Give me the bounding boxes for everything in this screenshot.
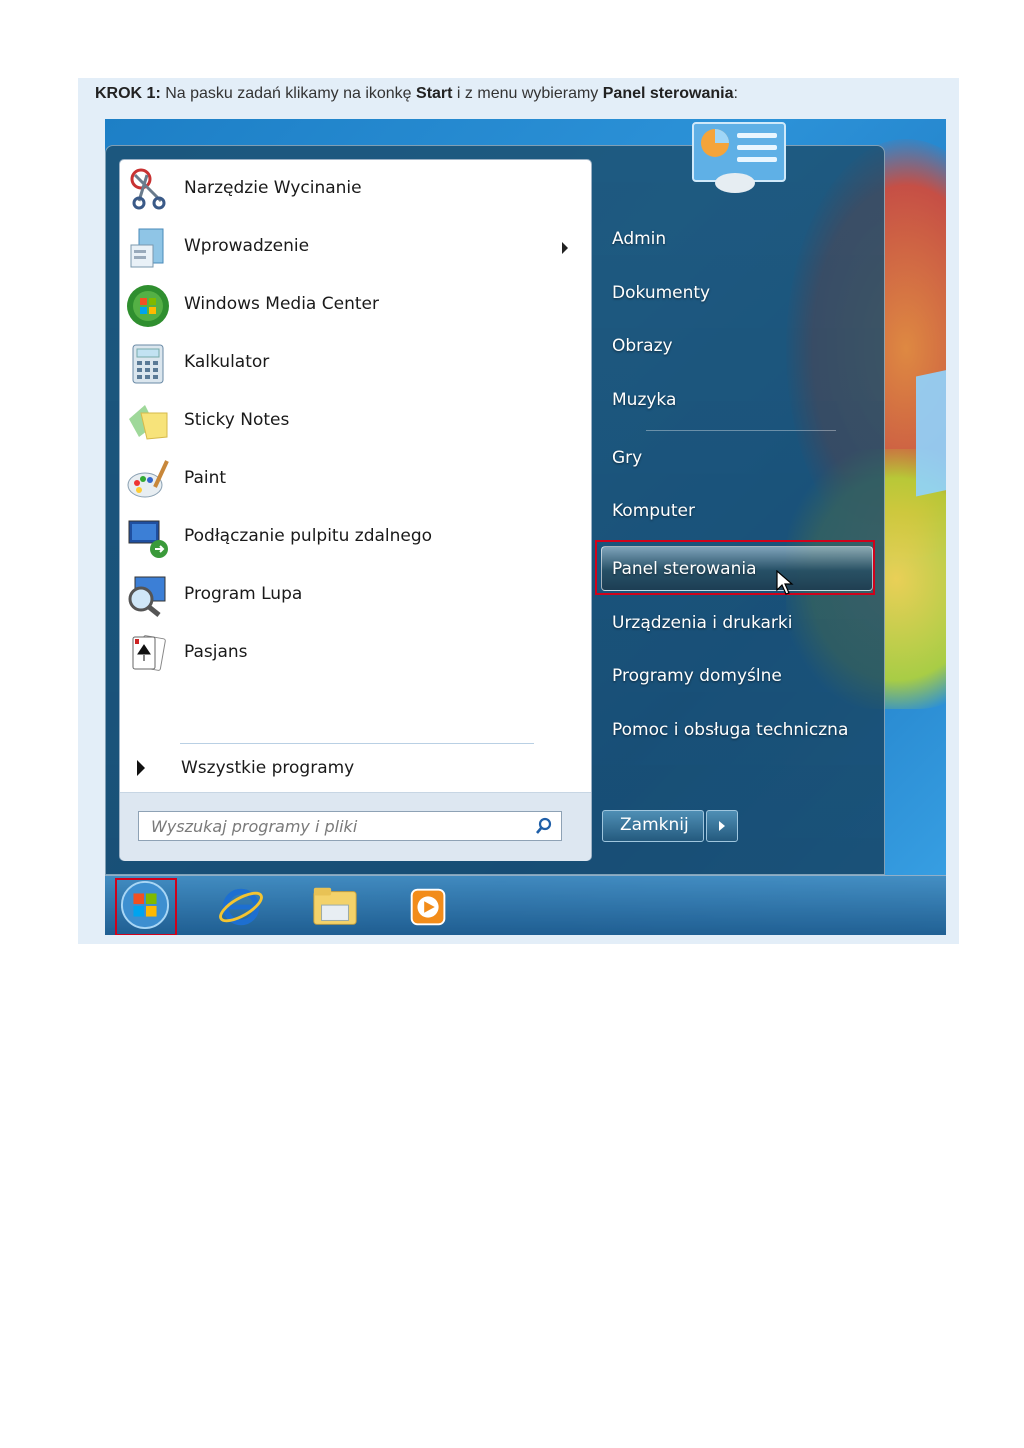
start-menu: Narzędzie Wycinanie Wprowadzenie Windows… [105, 145, 885, 875]
control-panel-icon [692, 122, 786, 193]
highlight-box [595, 540, 875, 595]
media-player-icon[interactable] [403, 882, 455, 932]
program-label: Windows Media Center [184, 294, 379, 314]
program-label: Program Lupa [184, 584, 303, 604]
program-item-magnifier[interactable]: Program Lupa [120, 568, 580, 624]
right-item-documents[interactable]: Dokumenty [612, 283, 710, 303]
start-word: Start [416, 85, 453, 102]
right-item-admin[interactable]: Admin [612, 229, 666, 249]
start-highlight-box [115, 878, 177, 935]
program-label: Podłączanie pulpitu zdalnego [184, 526, 433, 546]
media-center-icon [127, 285, 169, 327]
search-icon[interactable] [535, 817, 553, 835]
taskbar [105, 875, 946, 935]
getting-started-icon [130, 228, 164, 268]
instruction-part: i z menu wybieramy [452, 85, 603, 102]
sticky-notes-icon [129, 405, 168, 440]
right-item-computer[interactable]: Komputer [612, 501, 695, 521]
internet-explorer-icon[interactable] [215, 882, 267, 932]
panel-word: Panel sterowania [602, 85, 734, 102]
program-item-calculator[interactable]: Kalkulator [120, 336, 580, 392]
program-label: Wprowadzenie [184, 236, 310, 256]
search-input[interactable] [138, 811, 562, 841]
instruction-panel: KROK 1: Na pasku zadań klikamy na ikonkę… [78, 78, 959, 944]
chevron-right-icon [719, 821, 725, 831]
program-label: Pasjans [184, 642, 248, 662]
search-area [120, 792, 591, 861]
program-item-getting-started[interactable]: Wprowadzenie [120, 220, 580, 276]
divider [180, 743, 534, 744]
program-label: Paint [184, 468, 227, 488]
program-item-remote-desktop[interactable]: Podłączanie pulpitu zdalnego [120, 510, 580, 566]
right-item-default-programs[interactable]: Programy domyślne [612, 666, 782, 686]
calculator-icon [132, 344, 164, 384]
program-item-paint[interactable]: Paint [120, 452, 580, 508]
program-label: Sticky Notes [184, 410, 290, 430]
program-label: Narzędzie Wycinanie [184, 178, 362, 198]
instruction-part: Na pasku zadań klikamy na ikonkę [160, 85, 417, 102]
all-programs-button[interactable]: Wszystkie programy [120, 752, 580, 786]
right-item-pictures[interactable]: Obrazy [612, 336, 673, 356]
program-item-solitaire[interactable]: Pasjans [120, 626, 580, 682]
program-item-media-center[interactable]: Windows Media Center [120, 278, 580, 334]
start-menu-screenshot: Narzędzie Wycinanie Wprowadzenie Windows… [105, 119, 946, 935]
all-programs-label: Wszystkie programy [181, 758, 355, 778]
remote-desktop-icon [128, 520, 168, 558]
expand-arrow-icon [137, 760, 145, 776]
step-label: KROK 1: [95, 85, 161, 102]
shutdown-options-button[interactable] [706, 810, 738, 842]
submenu-arrow-icon[interactable] [562, 242, 568, 254]
program-item-sticky-notes[interactable]: Sticky Notes [120, 394, 580, 450]
program-item-snipping-tool[interactable]: Narzędzie Wycinanie [120, 162, 580, 218]
right-item-help-support[interactable]: Pomoc i obsługa techniczna [612, 720, 848, 740]
right-item-games[interactable]: Gry [612, 448, 642, 468]
program-label: Kalkulator [184, 352, 270, 372]
instruction-text: KROK 1: Na pasku zadań klikamy na ikonkę… [95, 84, 738, 104]
programs-pane: Narzędzie Wycinanie Wprowadzenie Windows… [119, 159, 592, 861]
snipping-tool-icon [130, 168, 166, 210]
solitaire-icon [132, 635, 166, 671]
shutdown-button[interactable]: Zamknij [602, 810, 704, 842]
magnifier-icon [128, 576, 166, 617]
explorer-folder-icon[interactable] [309, 882, 361, 932]
right-divider [646, 430, 836, 431]
right-item-music[interactable]: Muzyka [612, 390, 676, 410]
shutdown-label: Zamknij [620, 815, 689, 835]
instruction-part: : [733, 85, 738, 102]
wallpaper-decoration [916, 361, 946, 497]
right-item-devices-printers[interactable]: Urządzenia i drukarki [612, 613, 792, 633]
paint-icon [127, 460, 169, 498]
mouse-cursor-icon [776, 570, 794, 595]
